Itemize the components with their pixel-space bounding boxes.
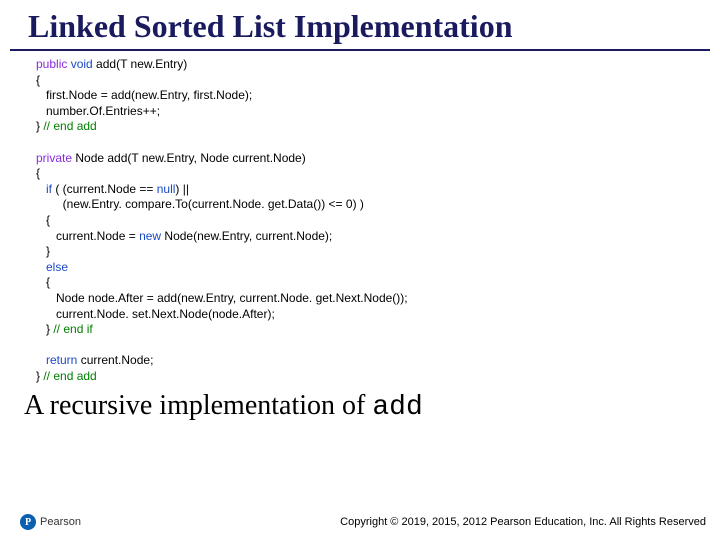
- copyright-text: Copyright © 2019, 2015, 2012 Pearson Edu…: [340, 516, 706, 528]
- code-text: add(T new.Entry): [93, 57, 188, 71]
- kw-return: return: [36, 353, 77, 367]
- code-text: Node node.After = add(new.Entry, current…: [36, 291, 408, 305]
- kw-else: else: [36, 260, 68, 274]
- kw-new: new: [139, 229, 161, 243]
- code-text: first.Node = add(new.Entry, first.Node);: [36, 88, 252, 102]
- code-text: current.Node =: [36, 229, 139, 243]
- kw-if: if: [36, 182, 52, 196]
- footer: P Pearson Copyright © 2019, 2015, 2012 P…: [0, 514, 720, 530]
- subtitle-mono: add: [372, 392, 422, 423]
- slide-title: Linked Sorted List Implementation: [10, 0, 710, 51]
- code-text: Node add(T new.Entry, Node current.Node): [72, 151, 306, 165]
- code-text: {: [36, 73, 40, 87]
- code-text: ) ||: [175, 182, 189, 196]
- code-block: public void add(T new.Entry) { first.Nod…: [0, 57, 720, 384]
- kw-void: void: [67, 57, 92, 71]
- code-text: current.Node;: [77, 353, 153, 367]
- logo-icon: P: [20, 514, 36, 530]
- kw-public: public: [36, 57, 67, 71]
- code-comment: // end add: [43, 119, 96, 133]
- code-text: Node(new.Entry, current.Node);: [161, 229, 332, 243]
- code-comment: // end add: [43, 369, 96, 383]
- code-text: {: [36, 275, 50, 289]
- slide-subtitle: A recursive implementation of add: [0, 384, 720, 423]
- code-text: current.Node. set.Next.Node(node.After);: [36, 307, 275, 321]
- code-text: {: [36, 213, 50, 227]
- code-text: }: [36, 322, 53, 336]
- code-text: }: [36, 244, 50, 258]
- kw-null: null: [157, 182, 176, 196]
- publisher-logo: P Pearson: [20, 514, 81, 530]
- kw-private: private: [36, 151, 72, 165]
- code-text: ( (current.Node ==: [52, 182, 157, 196]
- logo-text: Pearson: [40, 516, 81, 528]
- subtitle-text: A recursive implementation of: [24, 390, 372, 421]
- code-text: {: [36, 166, 40, 180]
- code-text: number.Of.Entries++;: [36, 104, 160, 118]
- code-comment: // end if: [53, 322, 92, 336]
- code-text: (new.Entry. compare.To(current.Node. get…: [36, 197, 364, 211]
